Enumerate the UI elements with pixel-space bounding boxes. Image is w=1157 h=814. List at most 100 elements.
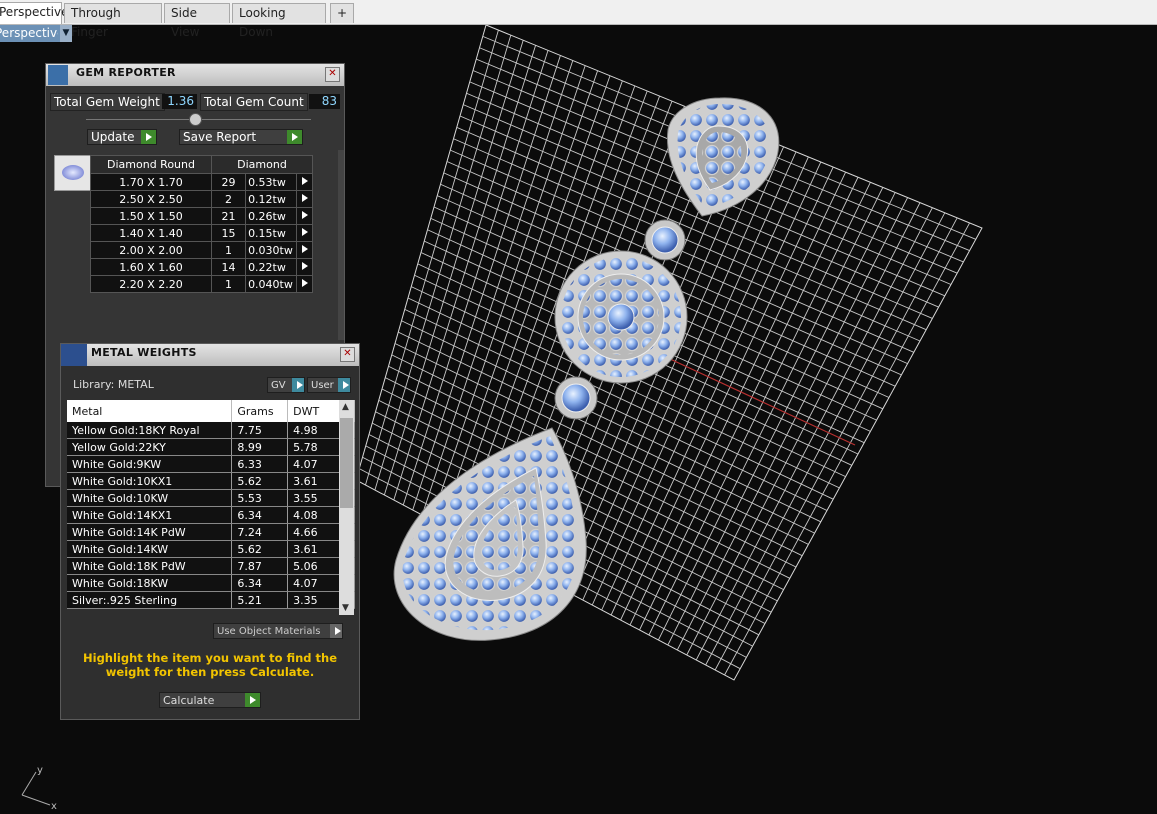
tab-label: Side View xyxy=(171,6,200,39)
gem-count: 15 xyxy=(210,224,247,242)
chevron-up-icon[interactable]: ▲ xyxy=(342,402,349,412)
grid-line xyxy=(695,207,933,661)
metal-name: Yellow Gold:18KY Royal xyxy=(67,422,233,439)
scrollbar-thumb[interactable] xyxy=(340,418,353,508)
close-icon[interactable]: ✕ xyxy=(325,67,340,82)
info-icon xyxy=(292,378,304,392)
gem-row[interactable]: 2.20 X 2.20 1 0.040tw xyxy=(90,275,313,293)
gem-row[interactable]: 1.70 X 1.70 29 0.53tw xyxy=(90,173,313,191)
select-row-icon[interactable] xyxy=(296,224,313,242)
select-row-icon[interactable] xyxy=(296,275,313,293)
hint-text: Highlight the item you want to find the … xyxy=(83,651,337,679)
splitter-handle[interactable] xyxy=(189,113,202,126)
library-label: Library: METAL xyxy=(73,378,154,391)
gem-count: 1 xyxy=(210,275,247,293)
button-label: User xyxy=(311,380,334,391)
select-row-icon[interactable] xyxy=(296,207,313,225)
axis-indicator: x y xyxy=(21,765,57,812)
save-report-button[interactable]: Save Report xyxy=(179,129,303,145)
gem-size: 2.00 X 2.00 xyxy=(90,241,212,259)
metal-row[interactable]: White Gold:9KW 6.33 4.07 xyxy=(67,455,355,473)
metal-row[interactable]: White Gold:10KX1 5.62 3.61 xyxy=(67,472,355,490)
metal-table-scrollbar[interactable]: ▲ ▼ xyxy=(339,400,354,615)
chevron-down-icon[interactable]: ▼ xyxy=(60,25,72,42)
gv-button[interactable]: GV xyxy=(267,377,305,393)
tab-perspective[interactable]: Perspective xyxy=(0,2,69,24)
metal-row[interactable]: White Gold:14KW 5.62 3.61 xyxy=(67,540,355,558)
metal-grams: 6.34 xyxy=(231,574,289,592)
viewport-name-dropdown[interactable]: Perspective ▼ xyxy=(0,25,72,42)
gem-count: 21 xyxy=(210,207,247,225)
gem-table: Diamond Round Diamond 1.70 X 1.70 29 0.53t… xyxy=(90,155,313,293)
metal-grams: 5.21 xyxy=(231,591,289,609)
metal-name: White Gold:18KW xyxy=(67,574,233,592)
gem-total-weight: 0.53tw xyxy=(245,173,298,191)
svg-text:y: y xyxy=(37,765,43,776)
metal-name: White Gold:14K PdW xyxy=(67,523,233,541)
metal-row[interactable]: White Gold:14KX1 6.34 4.08 xyxy=(67,506,355,524)
metal-grams: 6.34 xyxy=(231,506,289,524)
gem-count: 2 xyxy=(210,190,247,208)
diamond-round-thumbnail[interactable] xyxy=(54,155,92,191)
gem-row[interactable]: 1.40 X 1.40 15 0.15tw xyxy=(90,224,313,242)
info-icon xyxy=(338,378,350,392)
button-label: GV xyxy=(271,380,286,391)
metal-flask-icon xyxy=(61,344,87,366)
metal-name: Silver:.925 Sterling xyxy=(67,591,233,609)
play-icon xyxy=(245,693,260,707)
total-gem-count-label: Total Gem Count xyxy=(200,93,308,111)
metal-row[interactable]: Yellow Gold:22KY 8.99 5.78 xyxy=(67,438,355,456)
button-label: Save Report xyxy=(183,130,257,144)
metal-row[interactable]: Silver:.925 Sterling 5.21 3.35 xyxy=(67,591,355,609)
metal-row[interactable]: White Gold:18KW 6.34 4.07 xyxy=(67,574,355,592)
select-row-icon[interactable] xyxy=(296,241,313,259)
panel-title: METAL WEIGHTS xyxy=(91,346,197,359)
metal-name: White Gold:9KW xyxy=(67,455,233,473)
metal-row[interactable]: White Gold:10KW 5.53 3.55 xyxy=(67,489,355,507)
calculate-button[interactable]: Calculate xyxy=(159,692,261,708)
metal-grams: 5.62 xyxy=(231,472,289,490)
scrollbar[interactable] xyxy=(338,150,344,340)
tab-looking-down[interactable]: Looking Down xyxy=(232,3,326,39)
metal-weights-titlebar[interactable]: METAL WEIGHTS ✕ xyxy=(61,344,359,366)
tab-label: Perspective xyxy=(0,5,69,19)
add-tab-button[interactable]: + xyxy=(330,3,354,23)
metal-grams: 7.75 xyxy=(231,422,289,439)
button-label: Use Object Materials xyxy=(217,626,321,637)
metal-row[interactable]: White Gold:14K PdW 7.24 4.66 xyxy=(67,523,355,541)
diamond-icon xyxy=(62,165,84,180)
gem-total-weight: 0.26tw xyxy=(245,207,298,225)
gem-total-weight: 0.030tw xyxy=(245,241,298,259)
total-gem-weight-value: 1.36 xyxy=(162,94,197,109)
metal-grams: 7.24 xyxy=(231,523,289,541)
gem-total-weight: 0.15tw xyxy=(245,224,298,242)
metal-weights-panel: METAL WEIGHTS ✕ Library: METAL GV User M… xyxy=(60,343,360,720)
col-grams: Grams xyxy=(231,400,289,422)
metal-grams: 7.87 xyxy=(231,557,289,575)
gem-size: 1.50 X 1.50 xyxy=(90,207,212,225)
select-row-icon[interactable] xyxy=(296,258,313,276)
gem-row[interactable]: 1.60 X 1.60 14 0.22tw xyxy=(90,258,313,276)
user-button[interactable]: User xyxy=(307,377,351,393)
gem-row[interactable]: 2.00 X 2.00 1 0.030tw xyxy=(90,241,313,259)
update-button[interactable]: Update xyxy=(87,129,157,145)
tab-side-view[interactable]: Side View xyxy=(164,3,230,39)
gem-total-weight: 0.22tw xyxy=(245,258,298,276)
close-icon[interactable]: ✕ xyxy=(340,347,355,362)
use-object-materials-toggle[interactable]: Use Object Materials xyxy=(213,623,343,639)
viewport-name: Perspective xyxy=(0,26,58,40)
gem-row[interactable]: 2.50 X 2.50 2 0.12tw xyxy=(90,190,313,208)
tab-through-finger[interactable]: Through Finger xyxy=(64,3,162,39)
gem-row[interactable]: 1.50 X 1.50 21 0.26tw xyxy=(90,207,313,225)
view-tab-bar: Perspective Through Finger Side View Loo… xyxy=(0,0,1157,39)
chevron-down-icon[interactable]: ▼ xyxy=(342,603,349,613)
pendant-model[interactable] xyxy=(393,97,780,641)
select-row-icon[interactable] xyxy=(296,190,313,208)
metal-row[interactable]: Yellow Gold:18KY Royal 7.75 4.98 xyxy=(67,422,355,439)
grid-line xyxy=(705,212,946,666)
gem-reporter-titlebar[interactable]: GEM REPORTER ✕ xyxy=(46,64,344,86)
col-metal: Metal xyxy=(67,400,233,422)
gem-size: 2.20 X 2.20 xyxy=(90,275,212,293)
select-row-icon[interactable] xyxy=(296,173,313,191)
metal-row[interactable]: White Gold:18K PdW 7.87 5.06 xyxy=(67,557,355,575)
